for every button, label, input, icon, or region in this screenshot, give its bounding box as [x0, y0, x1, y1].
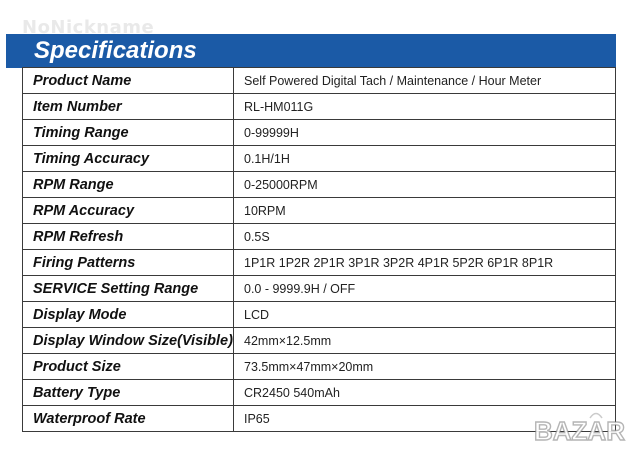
- spec-row: Display Window Size(Visible) 42mm×12.5mm: [22, 327, 616, 354]
- svg-text:BAZAR: BAZAR: [534, 416, 625, 446]
- spec-label: SERVICE Setting Range: [22, 275, 234, 302]
- watermark-text: NoNickname: [22, 17, 155, 38]
- spec-value: LCD: [233, 301, 616, 328]
- spec-label: Waterproof Rate: [22, 405, 234, 432]
- spec-row: Display Mode LCD: [22, 301, 616, 328]
- spec-value: 0.0 - 9999.9H / OFF: [233, 275, 616, 302]
- spec-label: Battery Type: [22, 379, 234, 406]
- spec-row: SERVICE Setting Range 0.0 - 9999.9H / OFF: [22, 275, 616, 302]
- spec-label: Item Number: [22, 93, 234, 120]
- spec-value: 10RPM: [233, 197, 616, 224]
- spec-label: Timing Range: [22, 119, 234, 146]
- spec-row: Product Size 73.5mm×47mm×20mm: [22, 353, 616, 380]
- spec-label: Timing Accuracy: [22, 145, 234, 172]
- spec-row: Firing Patterns 1P1R 1P2R 2P1R 3P1R 3P2R …: [22, 249, 616, 276]
- spec-value: 0.5S: [233, 223, 616, 250]
- spec-row: Battery Type CR2450 540mAh: [22, 379, 616, 406]
- spec-value: Self Powered Digital Tach / Maintenance …: [233, 67, 616, 94]
- spec-row: Waterproof Rate IP65: [22, 405, 616, 432]
- spec-sheet: NoNickname Specifications Product Name Se…: [0, 0, 640, 454]
- spec-value: 1P1R 1P2R 2P1R 3P1R 3P2R 4P1R 5P2R 6P1R …: [233, 249, 616, 276]
- spec-label: Product Size: [22, 353, 234, 380]
- spec-label: Product Name: [22, 67, 234, 94]
- spec-value: 0.1H/1H: [233, 145, 616, 172]
- spec-label: Display Mode: [22, 301, 234, 328]
- spec-value: CR2450 540mAh: [233, 379, 616, 406]
- spec-row: Timing Range 0-99999H: [22, 119, 616, 146]
- spec-label: Firing Patterns: [22, 249, 234, 276]
- bazar-watermark-logo: BAZAR: [533, 412, 626, 447]
- spec-value: 73.5mm×47mm×20mm: [233, 353, 616, 380]
- spec-row: RPM Accuracy 10RPM: [22, 197, 616, 224]
- specifications-table: Product Name Self Powered Digital Tach / …: [22, 67, 616, 432]
- page-title: Specifications: [34, 37, 197, 64]
- spec-value: 42mm×12.5mm: [233, 327, 616, 354]
- specifications-table-body: Product Name Self Powered Digital Tach / …: [22, 67, 616, 432]
- spec-value: 0-99999H: [233, 119, 616, 146]
- spec-value: RL-HM011G: [233, 93, 616, 120]
- spec-label: RPM Accuracy: [22, 197, 234, 224]
- spec-value: 0-25000RPM: [233, 171, 616, 198]
- spec-row: RPM Range 0-25000RPM: [22, 171, 616, 198]
- spec-row: Product Name Self Powered Digital Tach / …: [22, 67, 616, 94]
- spec-label: RPM Refresh: [22, 223, 234, 250]
- spec-label: RPM Range: [22, 171, 234, 198]
- spec-row: Timing Accuracy 0.1H/1H: [22, 145, 616, 172]
- spec-row: Item Number RL-HM011G: [22, 93, 616, 120]
- specifications-header-bar: Specifications: [6, 34, 616, 68]
- spec-label: Display Window Size(Visible): [22, 327, 234, 354]
- spec-row: RPM Refresh 0.5S: [22, 223, 616, 250]
